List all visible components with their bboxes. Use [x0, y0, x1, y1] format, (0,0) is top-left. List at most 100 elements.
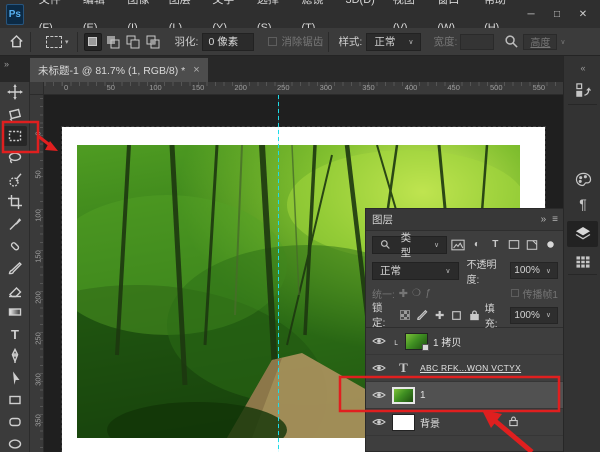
propagate-checkbox [511, 289, 519, 297]
hruler-label: 400 [405, 83, 418, 92]
ellipse-tool-icon [7, 436, 23, 452]
guide-line[interactable] [278, 95, 279, 452]
layer-row-copy[interactable]: ⌐ 1 拷贝 [366, 328, 564, 355]
path-selection-tool[interactable] [3, 368, 27, 388]
layers-panel-icon[interactable] [572, 223, 594, 243]
filter-type-dropdown[interactable]: 类型 ∨ [372, 236, 447, 254]
text-layer-icon: T [392, 361, 415, 376]
chevron-down-icon: ∨ [546, 267, 551, 275]
subtract-from-selection-mode-button[interactable] [124, 33, 142, 51]
layer-row-1-selected[interactable]: 1 [366, 382, 564, 409]
lock-transparency-icon[interactable] [399, 309, 412, 322]
opacity-input[interactable]: 100% ∨ [510, 262, 558, 279]
hruler-label: 150 [192, 83, 205, 92]
style-label: 样式: [338, 34, 362, 49]
hruler-label: 450 [447, 83, 460, 92]
visibility-eye-icon[interactable] [371, 388, 387, 402]
hruler-label: 250 [277, 83, 290, 92]
vruler-label: 350 [34, 414, 43, 428]
unify-position-icon: ✚ [399, 287, 408, 300]
divider [77, 32, 78, 52]
propagate-label: 传播帧1 [522, 286, 558, 301]
layer-thumbnail[interactable] [392, 414, 415, 431]
crop-tool[interactable] [3, 192, 27, 212]
gradient-tool[interactable] [3, 302, 27, 322]
add-to-selection-mode-button[interactable] [104, 33, 122, 51]
chevron-down-icon[interactable]: ▾ [65, 38, 69, 46]
panel-collapse-icon[interactable]: » [541, 214, 547, 225]
paragraph-panel-icon[interactable]: ¶ [572, 194, 594, 214]
rectangle-tool[interactable] [3, 390, 27, 410]
close-button[interactable]: ✕ [572, 5, 594, 23]
visibility-eye-icon[interactable] [371, 415, 387, 429]
marquee-tool-preset-icon[interactable] [46, 36, 62, 48]
width-label: 宽度: [433, 34, 457, 49]
chevron-down-icon: ∨ [408, 38, 413, 46]
dock-collapse-icon[interactable]: « [572, 58, 594, 78]
lasso-tool[interactable] [3, 148, 27, 168]
filter-toggle-icon[interactable] [544, 237, 558, 252]
vruler-label: 250 [34, 332, 43, 346]
rectangular-marquee-tool[interactable] [3, 126, 27, 146]
layer-name[interactable]: ABC RFK...WON VCTYX [420, 363, 521, 373]
path-selection-tool-icon [7, 370, 23, 386]
lock-artboard-icon[interactable] [450, 309, 463, 322]
pen-tool[interactable] [3, 346, 27, 366]
healing-brush-tool[interactable] [3, 236, 27, 256]
intersect-selection-mode-button[interactable] [144, 33, 162, 51]
vruler-label: 0 [34, 127, 43, 141]
minimize-button[interactable]: ─ [520, 5, 542, 23]
history-panel-icon[interactable] [572, 80, 594, 100]
document-tab[interactable]: 未标题-1 @ 81.7% (1, RGB/8) * × [30, 58, 208, 82]
filter-smart-objects-icon[interactable] [525, 237, 539, 252]
lock-row: 锁定: ✚ 填充: 100% ∨ [366, 303, 564, 327]
swatches-panel-icon[interactable] [572, 169, 594, 189]
filter-type-layers-icon[interactable]: T [488, 237, 502, 252]
layers-panel-header: 图层 » ≡ [366, 209, 564, 231]
lasso-tool-icon [7, 150, 23, 166]
lock-pixels-brush-icon[interactable] [416, 309, 429, 322]
type-tool[interactable]: T [3, 324, 27, 344]
channels-grid-panel-icon[interactable] [572, 252, 594, 272]
lock-position-icon[interactable]: ✚ [433, 309, 446, 322]
fill-input[interactable]: 100% ∨ [510, 307, 558, 324]
panel-menu-icon[interactable]: ≡ [552, 214, 558, 225]
move-tool[interactable] [3, 82, 27, 102]
hruler-label: 350 [362, 83, 375, 92]
layers-tab[interactable]: 图层 [372, 212, 393, 227]
opacity-label: 不透明度: [467, 256, 507, 286]
filter-shape-layers-icon[interactable] [507, 237, 521, 252]
artboard-tool[interactable] [3, 104, 27, 124]
home-icon[interactable] [8, 33, 25, 50]
feather-input[interactable]: 0 像素 [202, 33, 254, 51]
lock-all-icon[interactable] [468, 309, 481, 322]
eyedropper-tool[interactable] [3, 214, 27, 234]
antialias-checkbox[interactable] [268, 37, 277, 46]
layer-thumbnail[interactable] [405, 333, 428, 350]
eraser-tool[interactable] [3, 280, 27, 300]
style-dropdown[interactable]: 正常 ∨ [366, 33, 421, 51]
layers-list: ⌐ 1 拷贝 T ABC RFK...WON VCTYX 1 [366, 327, 564, 436]
blend-mode-dropdown[interactable]: 正常 ∨ [372, 262, 459, 280]
pen-tool-icon [7, 348, 23, 364]
new-selection-mode-button[interactable] [84, 33, 102, 51]
search-icon[interactable] [504, 34, 519, 49]
brush-tool[interactable] [3, 258, 27, 278]
tab-close-icon[interactable]: × [193, 64, 199, 76]
layer-name[interactable]: 背景 [420, 415, 440, 430]
maximize-button[interactable]: □ [546, 5, 568, 23]
visibility-eye-icon[interactable] [371, 334, 387, 348]
layer-name[interactable]: 1 拷贝 [433, 334, 461, 349]
filter-pixel-layers-icon[interactable] [451, 237, 465, 252]
rounded-rectangle-tool[interactable] [3, 412, 27, 432]
layer-row-text[interactable]: T ABC RFK...WON VCTYX [366, 355, 564, 382]
visibility-eye-icon[interactable] [371, 361, 387, 375]
quick-selection-tool[interactable] [3, 170, 27, 190]
layer-row-background[interactable]: 背景 [366, 409, 564, 436]
ellipse-tool[interactable] [3, 434, 27, 452]
layer-name[interactable]: 1 [420, 390, 426, 401]
filter-adjustment-layers-icon[interactable]: ◐ [470, 237, 484, 252]
toolbar-collapse-icon[interactable]: » [4, 59, 9, 69]
search-icon [380, 239, 391, 250]
layer-thumbnail[interactable] [392, 387, 415, 404]
